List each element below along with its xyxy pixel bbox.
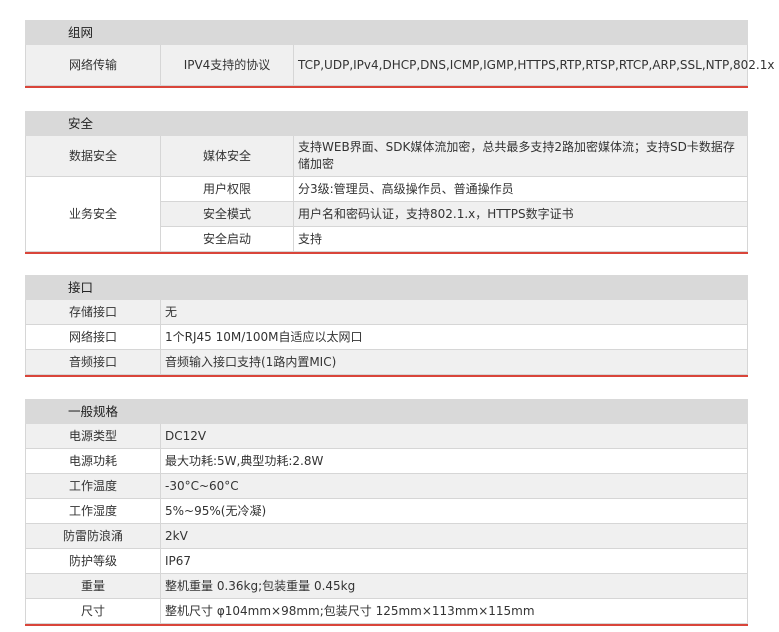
row-label: 电源类型 xyxy=(25,423,161,449)
table-row: 防护等级 IP67 xyxy=(25,548,748,574)
row-label: 工作温度 xyxy=(25,473,161,499)
row-sublabel: IPV4支持的协议 xyxy=(160,44,294,86)
row-value: -30°C~60°C xyxy=(160,473,748,499)
interface-section: 接口 存储接口 无 网络接口 1个RJ45 10M/100M自适应以太网口 音频… xyxy=(25,275,748,377)
row-label: 电源功耗 xyxy=(25,448,161,474)
row-label: 防雷防浪涌 xyxy=(25,523,161,549)
row-value: 分3级:管理员、高级操作员、普通操作员 xyxy=(293,176,748,202)
row-label: 重量 xyxy=(25,573,161,599)
table-row: 防雷防浪涌 2kV xyxy=(25,523,748,549)
row-value: 用户名和密码认证，支持802.1.x，HTTPS数字证书 xyxy=(293,201,748,227)
table-row: 网络传输 IPV4支持的协议 TCP,UDP,IPv4,DHCP,DNS,ICM… xyxy=(25,44,774,86)
row-sublabel: 用户权限 xyxy=(160,176,294,202)
network-section: 组网 网络传输 IPV4支持的协议 TCP,UDP,IPv4,DHCP,DNS,… xyxy=(25,20,774,88)
section-divider xyxy=(25,375,748,377)
table-row: 数据安全 媒体安全 支持WEB界面、SDK媒体流加密，总共最多支持2路加密媒体流… xyxy=(25,135,748,177)
row-value: 整机尺寸 φ104mm×98mm;包装尺寸 125mm×113mm×115mm xyxy=(160,598,748,624)
section-title-general: 一般规格 xyxy=(25,399,748,424)
row-value: 无 xyxy=(160,299,748,325)
row-label: 工作湿度 xyxy=(25,498,161,524)
table-row: 工作温度 -30°C~60°C xyxy=(25,473,748,499)
table-row: 工作湿度 5%~95%(无冷凝) xyxy=(25,498,748,524)
section-divider xyxy=(25,252,748,254)
table-row: 存储接口 无 xyxy=(25,299,748,325)
table-row: 电源类型 DC12V xyxy=(25,423,748,449)
row-label: 存储接口 xyxy=(25,299,161,325)
table-row: 网络接口 1个RJ45 10M/100M自适应以太网口 xyxy=(25,324,748,350)
row-label: 防护等级 xyxy=(25,548,161,574)
row-value: IP67 xyxy=(160,548,748,574)
row-label: 尺寸 xyxy=(25,598,161,624)
row-label: 网络传输 xyxy=(25,44,161,86)
row-value: 支持WEB界面、SDK媒体流加密，总共最多支持2路加密媒体流；支持SD卡数据存储… xyxy=(293,135,748,177)
section-divider xyxy=(25,624,748,626)
section-title-security: 安全 xyxy=(25,111,748,136)
section-title-interface: 接口 xyxy=(25,275,748,300)
table-row: 尺寸 整机尺寸 φ104mm×98mm;包装尺寸 125mm×113mm×115… xyxy=(25,598,748,624)
row-sublabel: 媒体安全 xyxy=(160,135,294,177)
table-row: 音频接口 音频输入接口支持(1路内置MIC) xyxy=(25,349,748,375)
row-value: DC12V xyxy=(160,423,748,449)
row-sublabel: 安全模式 xyxy=(160,201,294,227)
general-section: 一般规格 电源类型 DC12V 电源功耗 最大功耗:5W,典型功耗:2.8W 工… xyxy=(25,399,748,626)
row-value: 最大功耗:5W,典型功耗:2.8W xyxy=(160,448,748,474)
row-value: 支持 xyxy=(293,226,748,252)
row-value: 音频输入接口支持(1路内置MIC) xyxy=(160,349,748,375)
security-section: 安全 数据安全 媒体安全 支持WEB界面、SDK媒体流加密，总共最多支持2路加密… xyxy=(25,111,748,254)
row-value: TCP,UDP,IPv4,DHCP,DNS,ICMP,IGMP,HTTPS,RT… xyxy=(293,44,774,86)
row-value: 整机重量 0.36kg;包装重量 0.45kg xyxy=(160,573,748,599)
table-row: 重量 整机重量 0.36kg;包装重量 0.45kg xyxy=(25,573,748,599)
row-value: 2kV xyxy=(160,523,748,549)
row-label: 网络接口 xyxy=(25,324,161,350)
section-title-network: 组网 xyxy=(25,20,748,45)
table-row: 电源功耗 最大功耗:5W,典型功耗:2.8W xyxy=(25,448,748,474)
section-divider xyxy=(25,86,748,88)
row-label: 业务安全 xyxy=(25,176,161,252)
table-row: 业务安全 用户权限 分3级:管理员、高级操作员、普通操作员 xyxy=(25,176,748,252)
row-value: 1个RJ45 10M/100M自适应以太网口 xyxy=(160,324,748,350)
row-label: 数据安全 xyxy=(25,135,161,177)
row-sublabel: 安全启动 xyxy=(160,226,294,252)
row-label: 音频接口 xyxy=(25,349,161,375)
row-value: 5%~95%(无冷凝) xyxy=(160,498,748,524)
